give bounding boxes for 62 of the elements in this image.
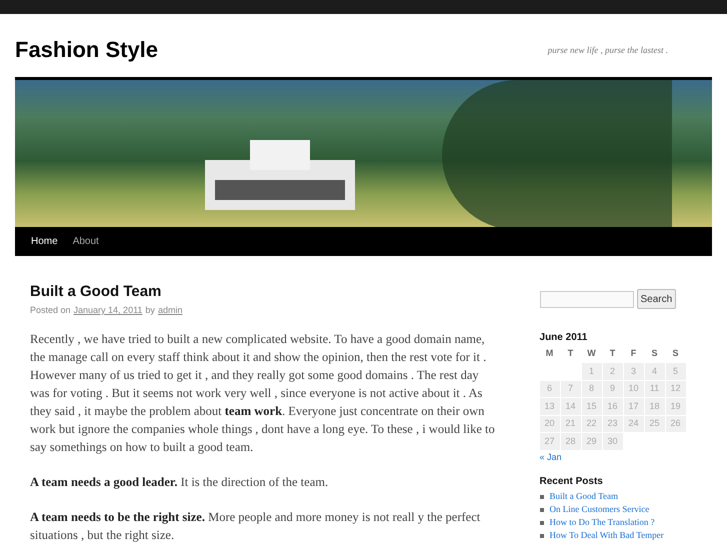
calendar-day: 6 <box>540 380 560 397</box>
calendar-day: 2 <box>602 363 623 380</box>
calendar-day: 7 <box>560 380 581 397</box>
search-field[interactable] <box>540 290 634 308</box>
calendar-day: 4 <box>644 363 665 380</box>
weekday-header: F <box>630 347 638 360</box>
calendar-day: 28 <box>560 433 581 450</box>
calendar-title: June 2011 <box>540 331 588 345</box>
recent-post-link[interactable]: How to Do The Translation ? <box>550 517 655 528</box>
nav-link[interactable]: Home <box>31 234 58 249</box>
calendar-day: 1 <box>582 363 602 380</box>
calendar-day: 26 <box>666 416 686 432</box>
calendar-day: 5 <box>666 363 686 380</box>
post-paragraph: A team needs to be the right size. More people and more money is not reall y the perfect situations , but the right size. <box>30 508 482 544</box>
calendar-day: 24 <box>624 416 644 432</box>
calendar-day: 27 <box>540 433 560 450</box>
calendar-day: 8 <box>582 380 602 397</box>
calendar-day: 9 <box>602 380 623 397</box>
calendar-day: 16 <box>602 398 623 414</box>
bullet-icon <box>540 494 544 498</box>
calendar-day: 11 <box>644 380 665 397</box>
recent-post-link[interactable]: How To Deal With Bad Temper <box>550 530 664 541</box>
post-paragraph: A team needs a good leader. It is the direction of the team. <box>30 474 330 490</box>
calendar-day: 10 <box>624 380 644 397</box>
calendar-day: 20 <box>540 416 560 432</box>
weekday-header: T <box>566 347 574 360</box>
calendar-day: 13 <box>540 398 560 414</box>
bullet-icon <box>540 520 544 524</box>
weekday-header: S <box>650 347 659 360</box>
calendar-day: 15 <box>582 398 602 414</box>
post-title[interactable]: Built a Good Team <box>30 282 496 302</box>
post-meta-label: by <box>145 304 155 317</box>
site-tagline: purse new life , purse the lastest . <box>548 44 668 57</box>
calendar-day: 22 <box>582 416 602 432</box>
nav-link[interactable]: About <box>72 234 99 249</box>
calendar-day: 12 <box>666 380 686 397</box>
weekday-header: W <box>586 347 597 360</box>
calendar-day: 3 <box>624 363 644 380</box>
site-title[interactable]: Fashion Style <box>15 39 158 61</box>
calendar-day: 30 <box>602 433 623 450</box>
recent-post-link[interactable]: On Line Customers Service <box>550 504 650 515</box>
calendar-day: 19 <box>666 398 686 414</box>
calendar-day: 17 <box>624 398 644 414</box>
calendar-day: 25 <box>644 416 665 432</box>
post-date-link[interactable]: January 14, 2011 <box>74 304 142 318</box>
recent-posts-title: Recent Posts <box>540 475 604 489</box>
weekday-header: M <box>544 347 554 360</box>
weekday-header: S <box>672 347 680 360</box>
calendar-day: 29 <box>582 433 602 450</box>
bullet-icon <box>540 508 544 512</box>
bullet-icon <box>540 534 544 538</box>
weekday-header: T <box>608 347 616 360</box>
prev-month-link[interactable]: « Jan <box>540 450 712 464</box>
calendar-day: 21 <box>560 416 581 432</box>
calendar-day: 14 <box>560 398 581 414</box>
search-button[interactable]: Search <box>636 289 676 309</box>
post-paragraph: Recently , we have tried to built a new complicated website. To have a good domain name, the manage call on every staff think about it and show the opinion, then the rest vote for it . However many of us tried to get it , and they really got some good domains . The rest day was for voting . But it seems not work very well , since everyone is not active about it . As they said , it maybe the problem about team work. Everyone just concentrate on their own work but ignore the companies whole things , dont have a long eye. To these , i would like to say somethings on how to built a good team. <box>30 330 496 456</box>
post-author-link[interactable]: admin <box>158 304 182 318</box>
calendar-day: 23 <box>602 416 623 432</box>
calendar-day: 18 <box>644 398 665 414</box>
recent-post-link[interactable]: Built a Good Team <box>550 491 618 502</box>
post-meta-label: Posted on <box>30 304 71 317</box>
